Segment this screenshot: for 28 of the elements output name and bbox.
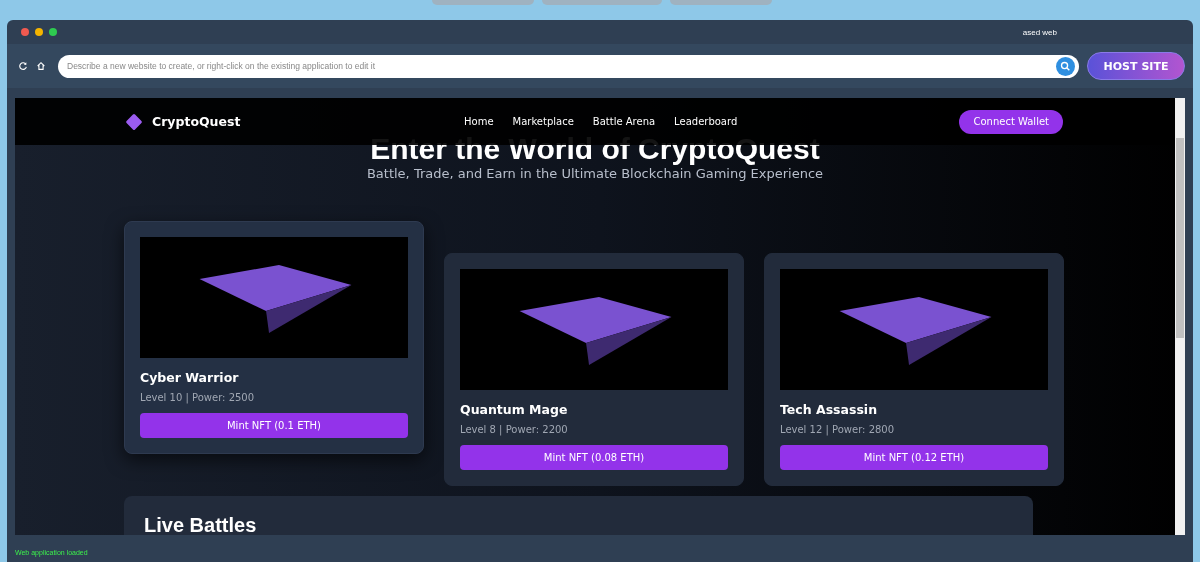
card-title: Quantum Mage — [460, 402, 569, 417]
search-icon[interactable] — [1056, 56, 1075, 76]
nav-link[interactable]: Marketplace — [512, 116, 574, 127]
nav-link[interactable]: Home — [464, 116, 494, 127]
connect-wallet-button[interactable]: Connect Wallet — [959, 109, 1063, 134]
nav-link[interactable]: Battle Arena — [592, 116, 656, 127]
card-title: Tech Assassin — [780, 402, 879, 417]
hero-subtitle: Battle, Trade, and Earn in the Ultimate Blockchain Gaming Experience — [365, 166, 825, 181]
card-stats: Level 12 | Power: 2800 — [780, 424, 896, 435]
prompt-field[interactable]: Describe a new website to create, or right-click on the existing application to edit it — [58, 54, 1079, 78]
card-title: Cyber Warrior — [140, 370, 240, 385]
brand-name[interactable]: CryptoQuest — [152, 114, 241, 129]
section-title: Live Battles — [144, 514, 258, 535]
reload-icon[interactable] — [18, 61, 28, 71]
nav-link[interactable]: Leaderboard — [674, 116, 738, 127]
host-site-button[interactable]: HOST SITE — [1087, 52, 1185, 80]
card-stats: Level 8 | Power: 2200 — [460, 424, 569, 435]
window-title: ased web — [1022, 27, 1057, 37]
card-stats: Level 10 | Power: 2500 — [140, 392, 256, 403]
minimize-icon[interactable] — [35, 28, 43, 36]
close-icon[interactable] — [21, 28, 29, 36]
mint-button[interactable]: Mint NFT (0.12 ETH) — [780, 445, 1048, 470]
home-icon[interactable] — [36, 61, 46, 71]
hero-title: Enter the World of CryptoQuest — [370, 132, 820, 166]
scrollbar[interactable] — [1175, 98, 1185, 535]
maximize-icon[interactable] — [49, 28, 57, 36]
mint-button[interactable]: Mint NFT (0.08 ETH) — [460, 445, 728, 470]
mint-button[interactable]: Mint NFT (0.1 ETH) — [140, 413, 408, 438]
